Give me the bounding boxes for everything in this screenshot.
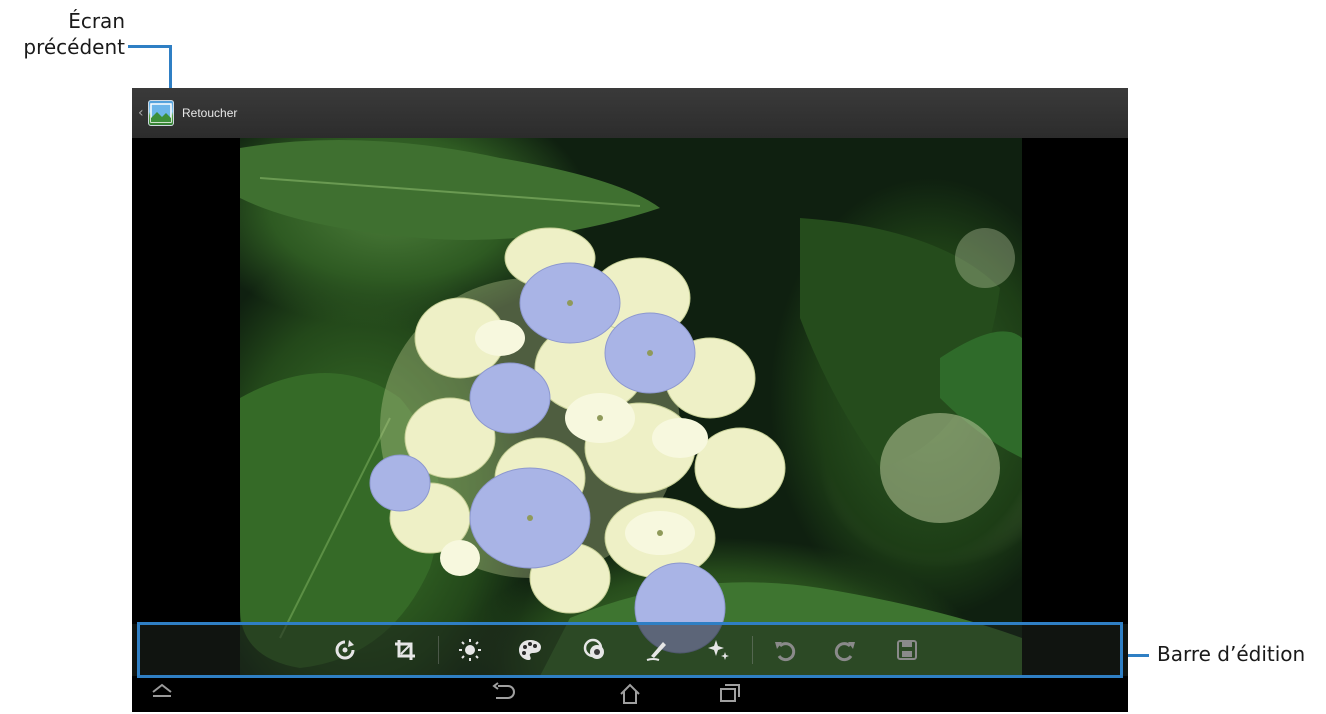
system-nav-bar xyxy=(132,676,1128,712)
callout-edit-bar: Barre d’édition xyxy=(1157,642,1306,666)
action-bar: ‹ Retoucher xyxy=(132,88,1128,138)
callout-previous-screen-line2: précédent xyxy=(23,35,125,59)
callout-previous-screen-line1: Écran xyxy=(68,9,125,33)
back-chevron-icon[interactable]: ‹ xyxy=(138,105,144,121)
hide-keyboard-icon[interactable] xyxy=(150,682,174,703)
back-icon[interactable] xyxy=(492,682,516,711)
recent-apps-icon[interactable] xyxy=(718,682,742,709)
callout-line-previous-horizontal xyxy=(128,45,172,48)
photo-hydrangea xyxy=(240,138,1022,676)
home-icon[interactable] xyxy=(618,682,642,711)
edit-bar-highlight xyxy=(137,622,1123,678)
tablet-screen: ‹ Retoucher xyxy=(132,88,1128,712)
gallery-app-icon[interactable] xyxy=(148,100,174,126)
screen-title: Retoucher xyxy=(182,106,238,120)
callout-previous-screen: Écran précédent xyxy=(0,8,125,60)
